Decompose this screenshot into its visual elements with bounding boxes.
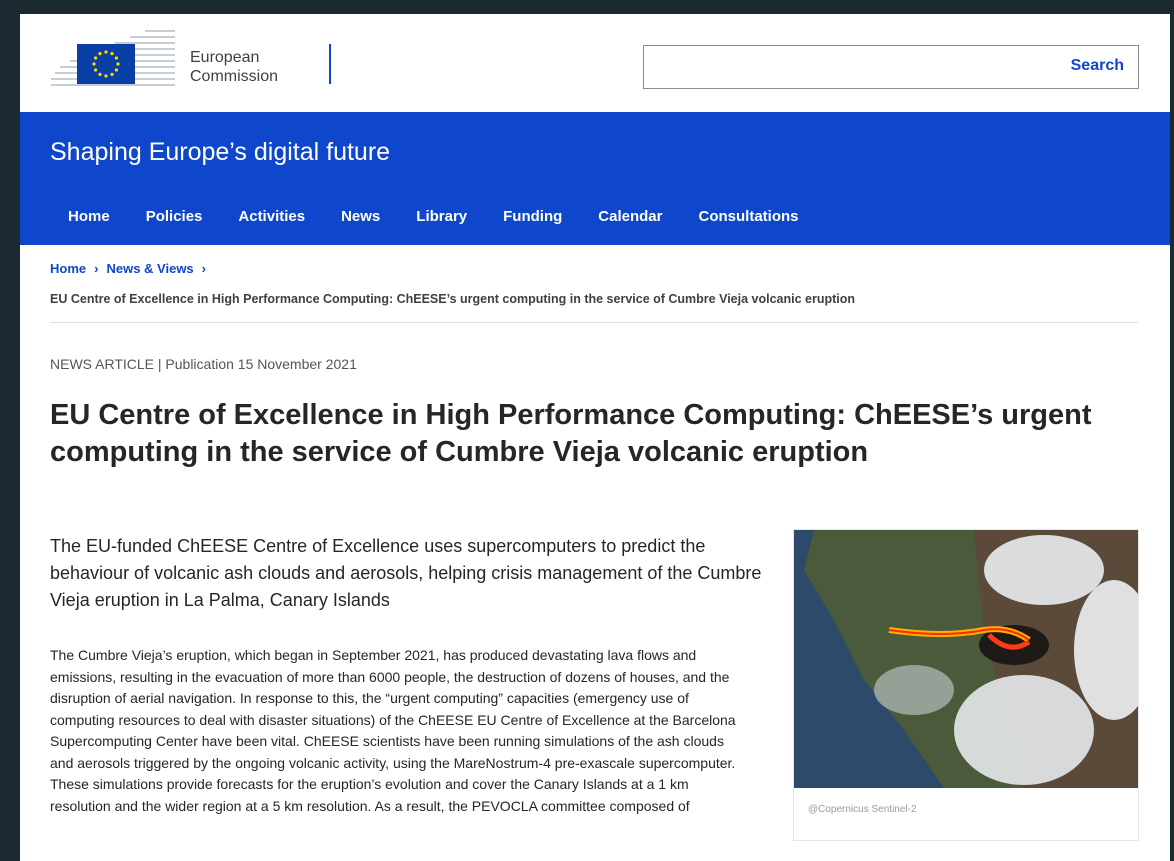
logo-line-1: European [190,49,260,66]
image-caption: @Copernicus Sentinel-2 [808,804,917,815]
nav-funding[interactable]: Funding [485,208,580,225]
satellite-image[interactable] [794,530,1138,788]
breadcrumb-current: EU Centre of Excellence in High Performa… [50,292,856,306]
main-nav: Home Policies Activities News Library Fu… [50,208,817,225]
chevron-right-icon: › [94,261,99,276]
nav-home[interactable]: Home [50,208,128,225]
divider [50,322,1138,323]
article-meta: NEWS ARTICLE | Publication 15 November 2… [50,356,357,372]
article-lead: The EU-funded ChEESE Centre of Excellenc… [50,536,762,610]
nav-policies[interactable]: Policies [128,208,221,225]
logo-wordmark: European Commission [190,48,278,86]
page: European Commission Search Shaping Europ… [20,14,1170,861]
search-button[interactable]: Search [1071,57,1124,75]
nav-library[interactable]: Library [398,208,485,225]
breadcrumb-home[interactable]: Home [50,261,86,276]
search-input[interactable] [644,46,1044,88]
breadcrumb-news-views[interactable]: News & Views [106,261,193,276]
site-header: European Commission Search [20,14,1170,112]
logo-line-2: Commission [190,68,279,85]
breadcrumb: Home › News & Views › [50,261,214,276]
site-banner: Shaping Europe’s digital future Home Pol… [20,112,1170,245]
eu-flag-icon [77,44,135,84]
european-commission-logo[interactable]: European Commission [50,22,331,94]
nav-consultations[interactable]: Consultations [681,208,817,225]
logo-divider [329,44,331,84]
nav-activities[interactable]: Activities [220,208,323,225]
article-body: The Cumbre Vieja’s eruption, which began… [50,647,736,814]
site-title[interactable]: Shaping Europe’s digital future [50,138,390,167]
article-figure: @Copernicus Sentinel-2 [793,529,1139,841]
page-title: EU Centre of Excellence in High Performa… [50,399,1092,468]
nav-calendar[interactable]: Calendar [580,208,680,225]
search-box: Search [643,45,1139,89]
nav-news[interactable]: News [323,208,398,225]
chevron-right-icon: › [201,261,207,276]
